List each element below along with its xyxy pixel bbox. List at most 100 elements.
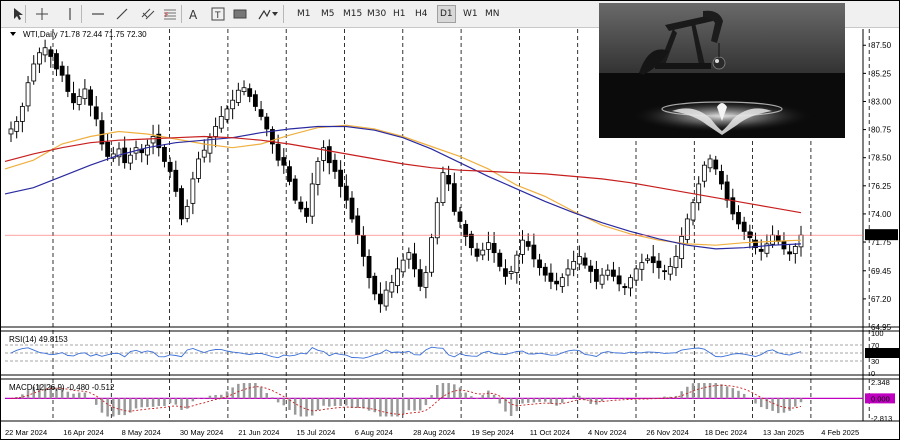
candle: [429, 233, 434, 277]
macd-scale-label: 0.000: [871, 394, 890, 403]
channel-icon[interactable]: [139, 4, 157, 24]
text-icon[interactable]: A: [185, 4, 203, 24]
candle: [747, 224, 753, 249]
candle: [662, 264, 667, 280]
horizontal-line-icon[interactable]: [89, 4, 107, 24]
candle: [673, 244, 679, 276]
candle: [59, 61, 65, 83]
y-tick-label: 80.75: [871, 126, 892, 135]
candle: [628, 274, 633, 297]
y-tick-label: 69.45: [871, 267, 892, 276]
candle: [71, 81, 76, 110]
candle: [76, 88, 82, 111]
fibonacci-icon[interactable]: F: [161, 4, 179, 24]
x-tick-label: 30 May 2024: [180, 428, 223, 437]
candle: [383, 281, 389, 311]
vertical-line-icon[interactable]: [61, 4, 79, 24]
candle: [616, 266, 622, 292]
candle: [355, 207, 361, 244]
text-label-icon[interactable]: T: [209, 4, 227, 24]
candle: [173, 160, 179, 197]
candle: [25, 76, 31, 112]
timeframe-h4[interactable]: H4: [413, 6, 430, 22]
macd-scale-label: -2.813: [871, 414, 892, 423]
candle: [503, 259, 508, 285]
collapse-arrow-icon: [10, 32, 16, 36]
candle: [542, 263, 548, 282]
timeframe-mn[interactable]: MN: [483, 6, 502, 22]
timeframe-w1[interactable]: W1: [461, 6, 480, 22]
timeframe-m15[interactable]: M15: [341, 6, 364, 22]
candle: [88, 86, 93, 117]
candle: [525, 233, 531, 251]
y-tick-label: 87.50: [871, 41, 892, 50]
candle: [99, 112, 105, 151]
crosshair-icon[interactable]: [33, 4, 51, 24]
candle: [497, 249, 503, 272]
rectangle-icon[interactable]: [231, 4, 249, 24]
candle: [588, 259, 594, 284]
candle: [537, 253, 542, 276]
rsi-scale-label: 0: [871, 369, 875, 378]
candle: [412, 242, 417, 278]
candle: [713, 155, 719, 175]
candle: [548, 263, 554, 290]
timeframe-h1[interactable]: H1: [391, 6, 408, 22]
candle: [486, 231, 491, 261]
candle: [360, 226, 366, 267]
candle: [645, 254, 650, 264]
candle: [8, 121, 14, 142]
candle: [451, 172, 457, 216]
candle: [366, 249, 372, 289]
candle: [281, 148, 287, 174]
candle: [326, 139, 332, 175]
candle: [184, 199, 190, 223]
svg-text:A: A: [189, 8, 198, 21]
candle: [724, 174, 730, 208]
shapes-menu-icon[interactable]: [257, 4, 279, 24]
x-tick-label: 13 Jan 2025: [763, 428, 804, 437]
x-tick-label: 15 Jul 2024: [297, 428, 336, 437]
candle: [719, 164, 724, 190]
y-tick-label: 85.25: [871, 69, 892, 78]
candle: [241, 80, 247, 96]
toolbar-separator: [25, 5, 26, 23]
svg-text:F: F: [165, 12, 169, 19]
candle: [775, 230, 781, 245]
rsi-label: RSI(14) 49.8153: [9, 335, 68, 344]
x-tick-label: 4 Nov 2024: [588, 428, 626, 437]
candle: [770, 225, 775, 248]
y-tick-label: 74.00: [871, 210, 892, 219]
candle: [110, 146, 116, 163]
candle: [440, 166, 446, 206]
candle: [258, 101, 264, 121]
candle: [582, 252, 588, 269]
candle: [93, 95, 99, 127]
candle: [491, 231, 497, 263]
timeframe-m1[interactable]: M1: [295, 6, 313, 22]
x-tick-label: 22 Mar 2024: [5, 428, 47, 437]
candle: [554, 272, 560, 291]
candle: [230, 89, 236, 120]
candle: [707, 154, 713, 173]
candle: [48, 46, 54, 68]
candle: [31, 55, 37, 85]
candle: [633, 265, 639, 286]
candle: [139, 143, 145, 163]
candle: [480, 242, 486, 261]
trendline-icon[interactable]: [113, 4, 131, 24]
candle: [400, 253, 406, 277]
candle: [19, 102, 25, 133]
candle: [605, 264, 611, 281]
candle: [468, 230, 474, 256]
x-tick-label: 4 Feb 2025: [821, 428, 859, 437]
candle: [650, 244, 656, 274]
timeframe-d1[interactable]: D1: [437, 5, 456, 23]
x-tick-label: 16 Apr 2024: [63, 428, 103, 437]
candle: [196, 151, 201, 183]
candle: [423, 265, 429, 299]
timeframe-m5[interactable]: M5: [319, 6, 337, 22]
toolbar-separator: [283, 5, 284, 23]
timeframe-m30[interactable]: M30: [365, 6, 388, 22]
candle: [593, 260, 599, 290]
